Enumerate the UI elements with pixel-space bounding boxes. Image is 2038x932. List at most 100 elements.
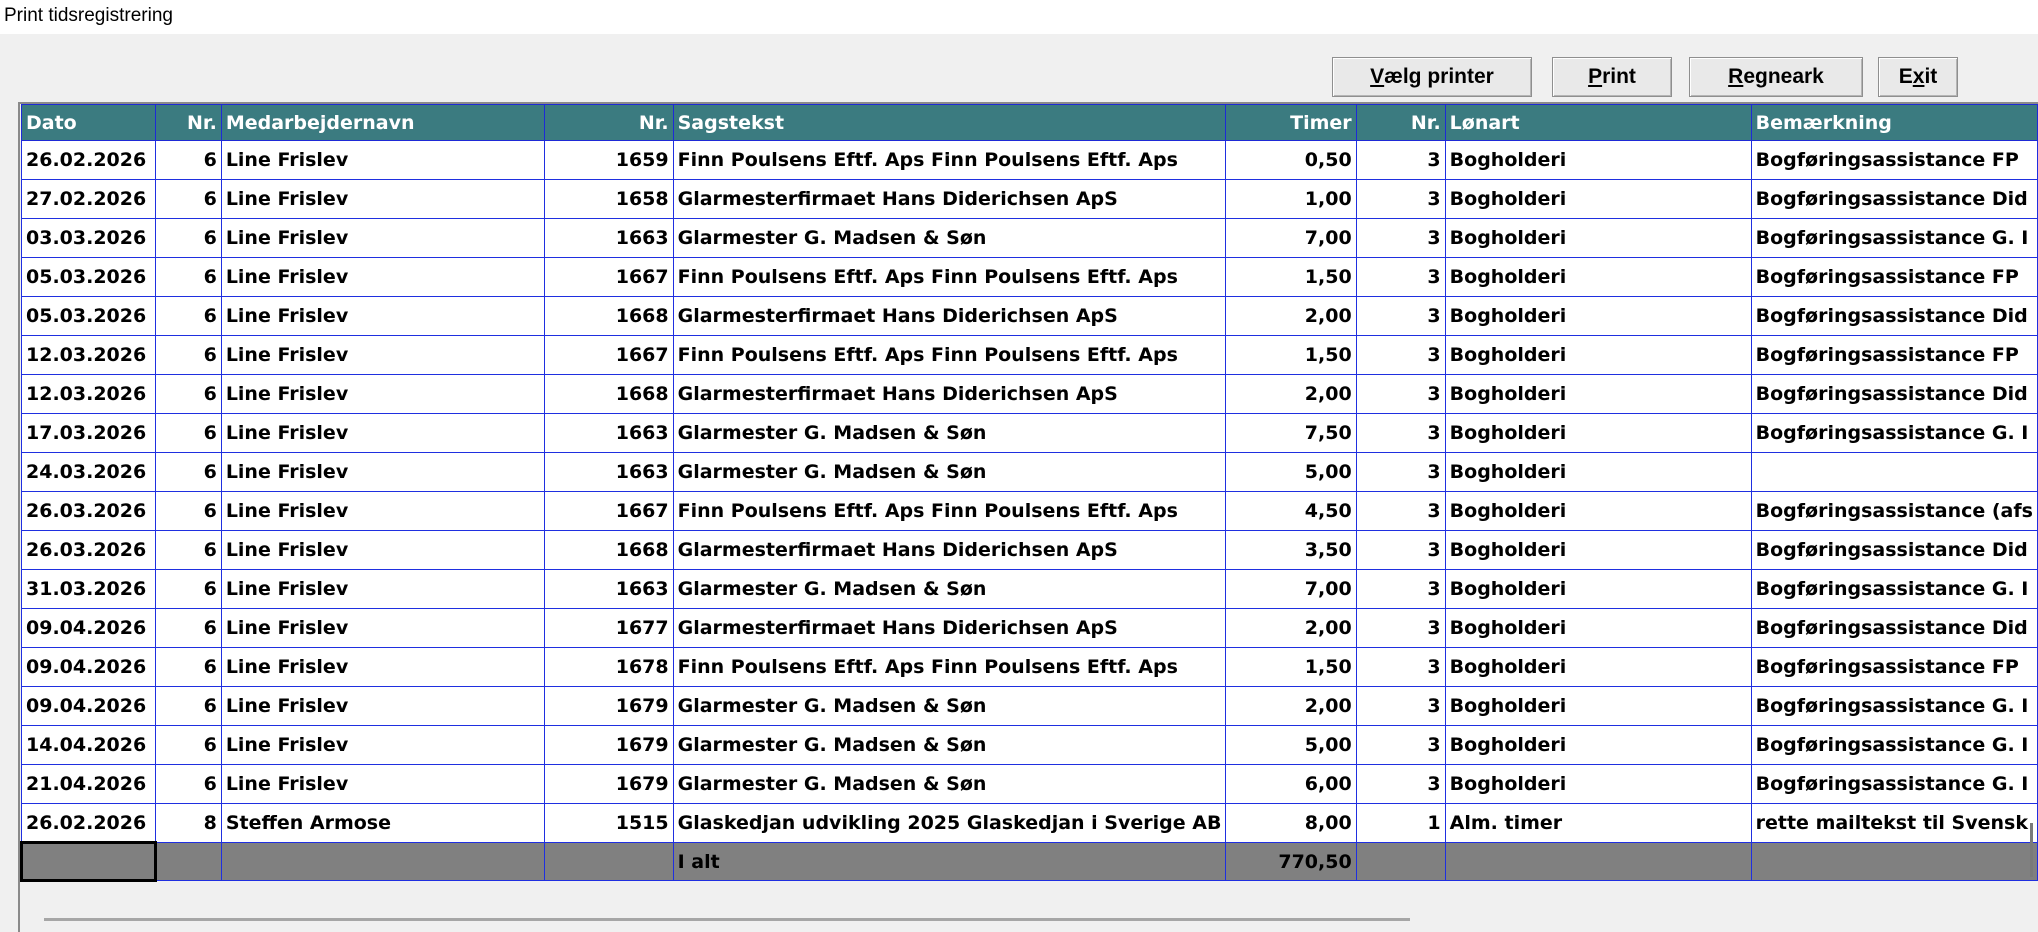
exit-button[interactable]: Ex it xyxy=(1878,57,1958,97)
cell-timer[interactable]: 2,00 xyxy=(1225,608,1357,648)
spreadsheet-button[interactable]: Regneark xyxy=(1689,57,1863,97)
cell-employee-nr[interactable]: 6 xyxy=(155,179,222,219)
cell-bemaerkning[interactable]: Bogføringsassistance G. I xyxy=(1750,413,2038,453)
cell-wage-nr[interactable]: 3 xyxy=(1355,413,1446,453)
cell-case-nr[interactable]: 1659 xyxy=(544,140,674,180)
cell-timer[interactable]: 8,00 xyxy=(1225,803,1357,843)
cell-lonart[interactable]: Bogholderi xyxy=(1444,257,1752,297)
cell-employee-nr[interactable]: 6 xyxy=(155,686,222,726)
cell-lonart[interactable]: Bogholderi xyxy=(1444,335,1752,375)
cell-employee-nr[interactable]: 6 xyxy=(155,140,222,180)
cell-sagstekst[interactable]: Glarmesterfirmaet Hans Diderichsen ApS xyxy=(672,296,1227,336)
cell-employee-nr[interactable]: 6 xyxy=(155,764,222,804)
cell-wage-nr[interactable]: 3 xyxy=(1355,335,1446,375)
cell-case-nr[interactable]: 1663 xyxy=(544,452,674,492)
cell-timer[interactable]: 7,00 xyxy=(1225,569,1357,609)
cell-wage-nr[interactable]: 3 xyxy=(1355,608,1446,648)
cell-dato[interactable]: 14.04.2026 xyxy=(20,725,157,765)
cell-employee-nr[interactable]: 6 xyxy=(155,530,222,570)
cell-lonart[interactable]: Alm. timer xyxy=(1444,803,1752,843)
cell-medarbejdernavn[interactable]: Line Frislev xyxy=(220,725,546,765)
cell-case-nr[interactable]: 1677 xyxy=(544,608,674,648)
cell-timer[interactable]: 5,00 xyxy=(1225,452,1357,492)
cell-bemaerkning[interactable]: Bogføringsassistance G. I xyxy=(1750,686,2038,726)
cell-lonart[interactable]: Bogholderi xyxy=(1444,140,1752,180)
cell-medarbejdernavn[interactable]: Line Frislev xyxy=(220,764,546,804)
cell-employee-nr[interactable]: 6 xyxy=(155,413,222,453)
cell-wage-nr[interactable]: 3 xyxy=(1355,569,1446,609)
cell-bemaerkning[interactable]: Bogføringsassistance G. I xyxy=(1750,764,2038,804)
vertical-scrollbar-thumb[interactable] xyxy=(2030,823,2033,877)
cell-case-nr[interactable]: 1515 xyxy=(544,803,674,843)
cell-lonart[interactable]: Bogholderi xyxy=(1444,569,1752,609)
cell-medarbejdernavn[interactable]: Steffen Armose xyxy=(220,803,546,843)
cell-timer[interactable]: 0,50 xyxy=(1225,140,1357,180)
print-button[interactable]: Print xyxy=(1552,57,1672,97)
cell-sagstekst[interactable]: Finn Poulsens Eftf. Aps Finn Poulsens Ef… xyxy=(672,335,1227,375)
cell-sagstekst[interactable]: Glarmesterfirmaet Hans Diderichsen ApS xyxy=(672,374,1227,414)
table-row[interactable]: 12.03.2026 6 Line Frislev 1667 Finn Poulsens… xyxy=(20,335,2038,375)
table-row[interactable]: 27.02.2026 6 Line Frislev 1658 Glarmesterfir… xyxy=(20,179,2038,219)
col-header-medarbejdernavn[interactable]: Medarbejdernavn xyxy=(220,104,546,141)
table-row[interactable]: 24.03.2026 6 Line Frislev 1663 Glarmester G.… xyxy=(20,452,2038,492)
cell-dato[interactable]: 26.02.2026 xyxy=(20,140,157,180)
table-row[interactable]: 31.03.2026 6 Line Frislev 1663 Glarmester G.… xyxy=(20,569,2038,609)
cell-dato[interactable]: 05.03.2026 xyxy=(20,257,157,297)
cell-bemaerkning[interactable]: Bogføringsassistance FP xyxy=(1750,647,2038,687)
cell-dato[interactable]: 21.04.2026 xyxy=(20,764,157,804)
cell-wage-nr[interactable]: 3 xyxy=(1355,530,1446,570)
cell-wage-nr[interactable]: 3 xyxy=(1355,764,1446,804)
cell-dato[interactable]: 09.04.2026 xyxy=(20,608,157,648)
cell-dato[interactable]: 05.03.2026 xyxy=(20,296,157,336)
cell-timer[interactable]: 1,00 xyxy=(1225,179,1357,219)
cell-employee-nr[interactable]: 6 xyxy=(155,569,222,609)
cell-wage-nr[interactable]: 3 xyxy=(1355,686,1446,726)
cell-dato[interactable]: 31.03.2026 xyxy=(20,569,157,609)
cell-case-nr[interactable]: 1678 xyxy=(544,647,674,687)
cell-lonart[interactable]: Bogholderi xyxy=(1444,179,1752,219)
cell-bemaerkning[interactable]: Bogføringsassistance Did xyxy=(1750,179,2038,219)
cell-employee-nr[interactable]: 6 xyxy=(155,452,222,492)
table-row[interactable]: 05.03.2026 6 Line Frislev 1668 Glarmesterfir… xyxy=(20,296,2038,336)
cell-timer[interactable]: 1,50 xyxy=(1225,647,1357,687)
cell-case-nr[interactable]: 1668 xyxy=(544,296,674,336)
cell-case-nr[interactable]: 1679 xyxy=(544,725,674,765)
cell-medarbejdernavn[interactable]: Line Frislev xyxy=(220,608,546,648)
cell-medarbejdernavn[interactable]: Line Frislev xyxy=(220,179,546,219)
cell-medarbejdernavn[interactable]: Line Frislev xyxy=(220,569,546,609)
cell-case-nr[interactable]: 1663 xyxy=(544,218,674,258)
cell-medarbejdernavn[interactable]: Line Frislev xyxy=(220,140,546,180)
col-header-lonart[interactable]: Lønart xyxy=(1444,104,1752,141)
cell-case-nr[interactable]: 1668 xyxy=(544,374,674,414)
cell-wage-nr[interactable]: 3 xyxy=(1355,296,1446,336)
cell-timer[interactable]: 7,50 xyxy=(1225,413,1357,453)
cell-lonart[interactable]: Bogholderi xyxy=(1444,374,1752,414)
cell-employee-nr[interactable]: 6 xyxy=(155,608,222,648)
cell-medarbejdernavn[interactable]: Line Frislev xyxy=(220,452,546,492)
cell-medarbejdernavn[interactable]: Line Frislev xyxy=(220,530,546,570)
cell-dato[interactable]: 26.03.2026 xyxy=(20,491,157,531)
cell-bemaerkning[interactable]: Bogføringsassistance G. I xyxy=(1750,218,2038,258)
cell-wage-nr[interactable]: 3 xyxy=(1355,179,1446,219)
cell-medarbejdernavn[interactable]: Line Frislev xyxy=(220,686,546,726)
cell-sagstekst[interactable]: Finn Poulsens Eftf. Aps Finn Poulsens Ef… xyxy=(672,647,1227,687)
cell-wage-nr[interactable]: 3 xyxy=(1355,257,1446,297)
cell-sagstekst[interactable]: Glarmester G. Madsen & Søn xyxy=(672,725,1227,765)
cell-sagstekst[interactable]: Glarmester G. Madsen & Søn xyxy=(672,413,1227,453)
cell-medarbejdernavn[interactable]: Line Frislev xyxy=(220,257,546,297)
cell-case-nr[interactable]: 1679 xyxy=(544,686,674,726)
cell-employee-nr[interactable]: 6 xyxy=(155,296,222,336)
cell-medarbejdernavn[interactable]: Line Frislev xyxy=(220,218,546,258)
table-row[interactable]: 12.03.2026 6 Line Frislev 1668 Glarmesterfir… xyxy=(20,374,2038,414)
table-row[interactable]: 09.04.2026 6 Line Frislev 1678 Finn Poulsens… xyxy=(20,647,2038,687)
col-header-wage-nr[interactable]: Nr. xyxy=(1355,104,1446,141)
cell-case-nr[interactable]: 1663 xyxy=(544,413,674,453)
cell-bemaerkning[interactable]: rette mailtekst til Svensk xyxy=(1750,803,2038,843)
table-row[interactable]: 09.04.2026 6 Line Frislev 1677 Glarmesterfir… xyxy=(20,608,2038,648)
cell-employee-nr[interactable]: 6 xyxy=(155,491,222,531)
cell-medarbejdernavn[interactable]: Line Frislev xyxy=(220,296,546,336)
cell-employee-nr[interactable]: 6 xyxy=(155,218,222,258)
cell-medarbejdernavn[interactable]: Line Frislev xyxy=(220,374,546,414)
cell-timer[interactable]: 7,00 xyxy=(1225,218,1357,258)
cell-wage-nr[interactable]: 3 xyxy=(1355,725,1446,765)
